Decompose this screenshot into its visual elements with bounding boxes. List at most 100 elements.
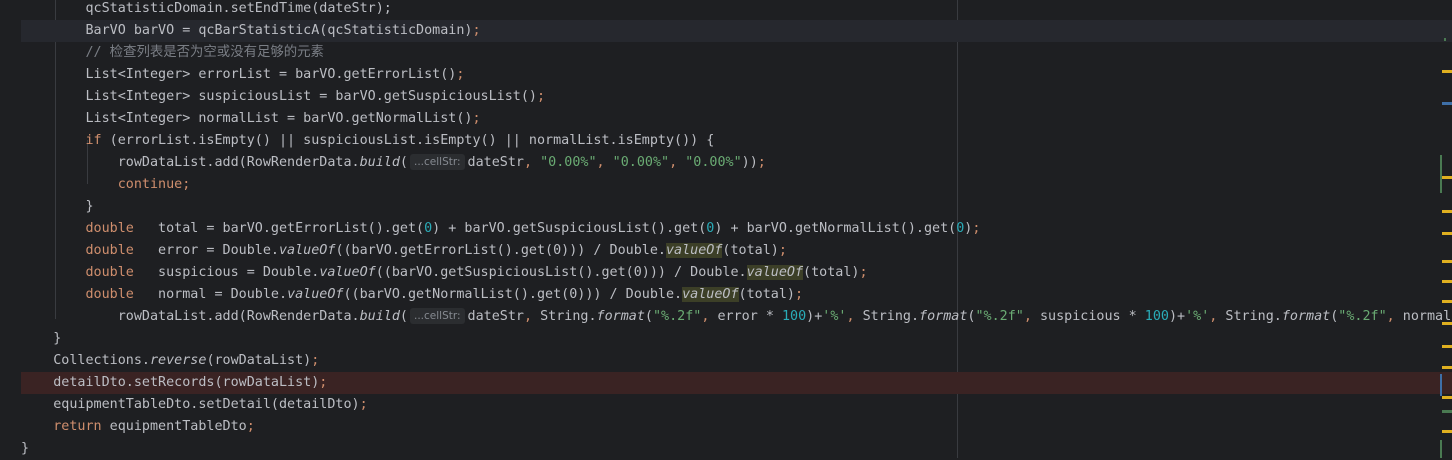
code-token: error * [717, 309, 782, 324]
code-line[interactable]: double suspicious = Double.valueOf((barV… [21, 262, 1452, 284]
scrollbar-markers[interactable] [1436, 0, 1452, 458]
scrollbar-marker[interactable] [1440, 440, 1442, 458]
code-token: (total) [738, 287, 795, 302]
code-token: equipmentTableDto [101, 419, 247, 434]
code-token: ; [757, 155, 766, 170]
scrollbar-marker[interactable] [1442, 70, 1452, 73]
code-token: , [1023, 309, 1040, 324]
scrollbar-marker[interactable] [1440, 155, 1442, 193]
code-token: 0 [424, 221, 433, 236]
code-token: // 检查列表是否为空或没有足够的元素 [21, 45, 324, 60]
code-token: ; [246, 419, 255, 434]
code-line[interactable]: List<Integer> normalList = barVO.getNorm… [21, 108, 1452, 130]
code-token: rowDataList.add(RowRenderData. [21, 155, 360, 170]
code-token: , [1209, 309, 1226, 324]
code-line[interactable]: equipmentTableDto.setDetail(detailDto); [21, 394, 1452, 416]
code-line[interactable]: List<Integer> suspiciousList = barVO.get… [21, 86, 1452, 108]
code-token: List<Integer> suspiciousList = barVO.get… [21, 89, 537, 104]
code-token: double [85, 221, 134, 236]
code-token: )) [741, 155, 758, 170]
code-token: ; [456, 67, 465, 82]
code-token: double [85, 243, 134, 258]
code-token: '%' [1185, 309, 1210, 324]
code-token: "0.00%" [612, 155, 670, 170]
code-line[interactable]: continue; [21, 174, 1452, 196]
code-token: String. [540, 309, 597, 324]
code-token: ) + barVO.getNormalList().get( [714, 221, 957, 236]
code-token: format [919, 309, 968, 324]
code-line[interactable]: detailDto.setRecords(rowDataList); [21, 372, 1452, 394]
code-token: return [53, 419, 102, 434]
code-line[interactable]: if (errorList.isEmpty() || suspiciousLis… [21, 130, 1452, 152]
code-token: ((barVO.getErrorList().get(0))) / Double… [335, 243, 666, 258]
code-line[interactable]: double normal = Double.valueOf((barVO.ge… [21, 284, 1452, 306]
scrollbar-marker[interactable] [1442, 396, 1452, 399]
code-token: 100 [781, 309, 807, 324]
code-token: } [21, 441, 30, 456]
code-line[interactable]: return equipmentTableDto; [21, 416, 1452, 438]
code-line[interactable]: } [21, 438, 1452, 460]
code-token: valueOf [287, 287, 344, 302]
code-token: rowDataList.add(RowRenderData. [21, 309, 360, 324]
code-token: equipmentTableDto.setDetail(detailDto) [21, 397, 360, 412]
code-token: , [1386, 309, 1403, 324]
scrollbar-marker[interactable] [1442, 210, 1452, 213]
code-token: ; [859, 265, 868, 280]
code-line[interactable]: rowDataList.add(RowRenderData.build(...c… [21, 306, 1452, 328]
scrollbar-marker[interactable] [1442, 176, 1452, 179]
scrollbar-marker[interactable] [1442, 232, 1452, 235]
scrollbar-marker[interactable] [1442, 410, 1452, 413]
scrollbar-marker[interactable] [1442, 300, 1452, 303]
scrollbar-marker[interactable] [1442, 430, 1452, 433]
code-token: , [669, 155, 686, 170]
code-token: "0.00%" [685, 155, 742, 170]
code-token: total = barVO.getErrorList().get( [133, 221, 425, 236]
scrollbar-marker[interactable] [1444, 38, 1446, 41]
code-token: ( [644, 309, 653, 324]
scrollbar-marker[interactable] [1442, 260, 1452, 263]
code-line[interactable]: List<Integer> errorList = barVO.getError… [21, 64, 1452, 86]
code-line[interactable]: qcStatisticDomain.setEndTime(dateStr); [21, 0, 1452, 20]
scrollbar-marker[interactable] [1442, 102, 1452, 105]
code-token: "%.2f" [652, 309, 702, 324]
code-token: valueOf [319, 265, 376, 280]
code-token: qcStatisticDomain.setEndTime(dateStr); [21, 1, 392, 16]
code-line[interactable]: // 检查列表是否为空或没有足够的元素 [21, 42, 1452, 64]
code-token: '%' [822, 309, 847, 324]
scrollbar-marker[interactable] [1442, 366, 1452, 369]
code-token: (errorList.isEmpty() || suspiciousList.i… [101, 133, 715, 148]
code-token: String. [862, 309, 920, 324]
code-line[interactable]: } [21, 196, 1452, 218]
scrollbar-marker[interactable] [1442, 322, 1452, 325]
code-token: "0.00%" [540, 155, 597, 170]
scrollbar-marker[interactable] [1442, 345, 1452, 348]
code-token: build [359, 309, 400, 324]
code-token: , [596, 155, 613, 170]
code-token: ; [794, 287, 804, 302]
code-token: } [21, 331, 62, 346]
code-token: double [85, 265, 134, 280]
code-token: suspicious * [1039, 309, 1145, 324]
code-token: )+ [1168, 309, 1186, 324]
code-line[interactable]: BarVO barVO = qcBarStatisticA(qcStatisti… [21, 20, 1452, 42]
code-token: valueOf [682, 287, 739, 302]
code-line[interactable]: double total = barVO.getErrorList().get(… [21, 218, 1452, 240]
code-token: ) + barVO.getSuspiciousList().get( [432, 221, 707, 236]
code-token: ( [399, 155, 408, 170]
code-line[interactable]: double error = Double.valueOf((barVO.get… [21, 240, 1452, 262]
scrollbar-marker[interactable] [1440, 374, 1442, 396]
code-token: ; [472, 23, 481, 38]
code-token: "%.2f" [1338, 309, 1387, 324]
code-editor[interactable]: qcStatisticDomain.setEndTime(dateStr); B… [0, 0, 1452, 458]
parameter-hint: ...cellStr: [409, 154, 465, 170]
code-token: )+ [806, 309, 823, 324]
code-line[interactable]: rowDataList.add(RowRenderData.build(...c… [21, 152, 1452, 174]
scrollbar-marker[interactable] [1442, 280, 1452, 283]
code-token: dateStr [467, 155, 524, 170]
code-line[interactable]: Collections.reverse(rowDataList); [21, 350, 1452, 372]
code-line[interactable]: } [21, 328, 1452, 350]
code-token: (total) [803, 265, 860, 280]
code-token: List<Integer> errorList = barVO.getError… [21, 67, 457, 82]
